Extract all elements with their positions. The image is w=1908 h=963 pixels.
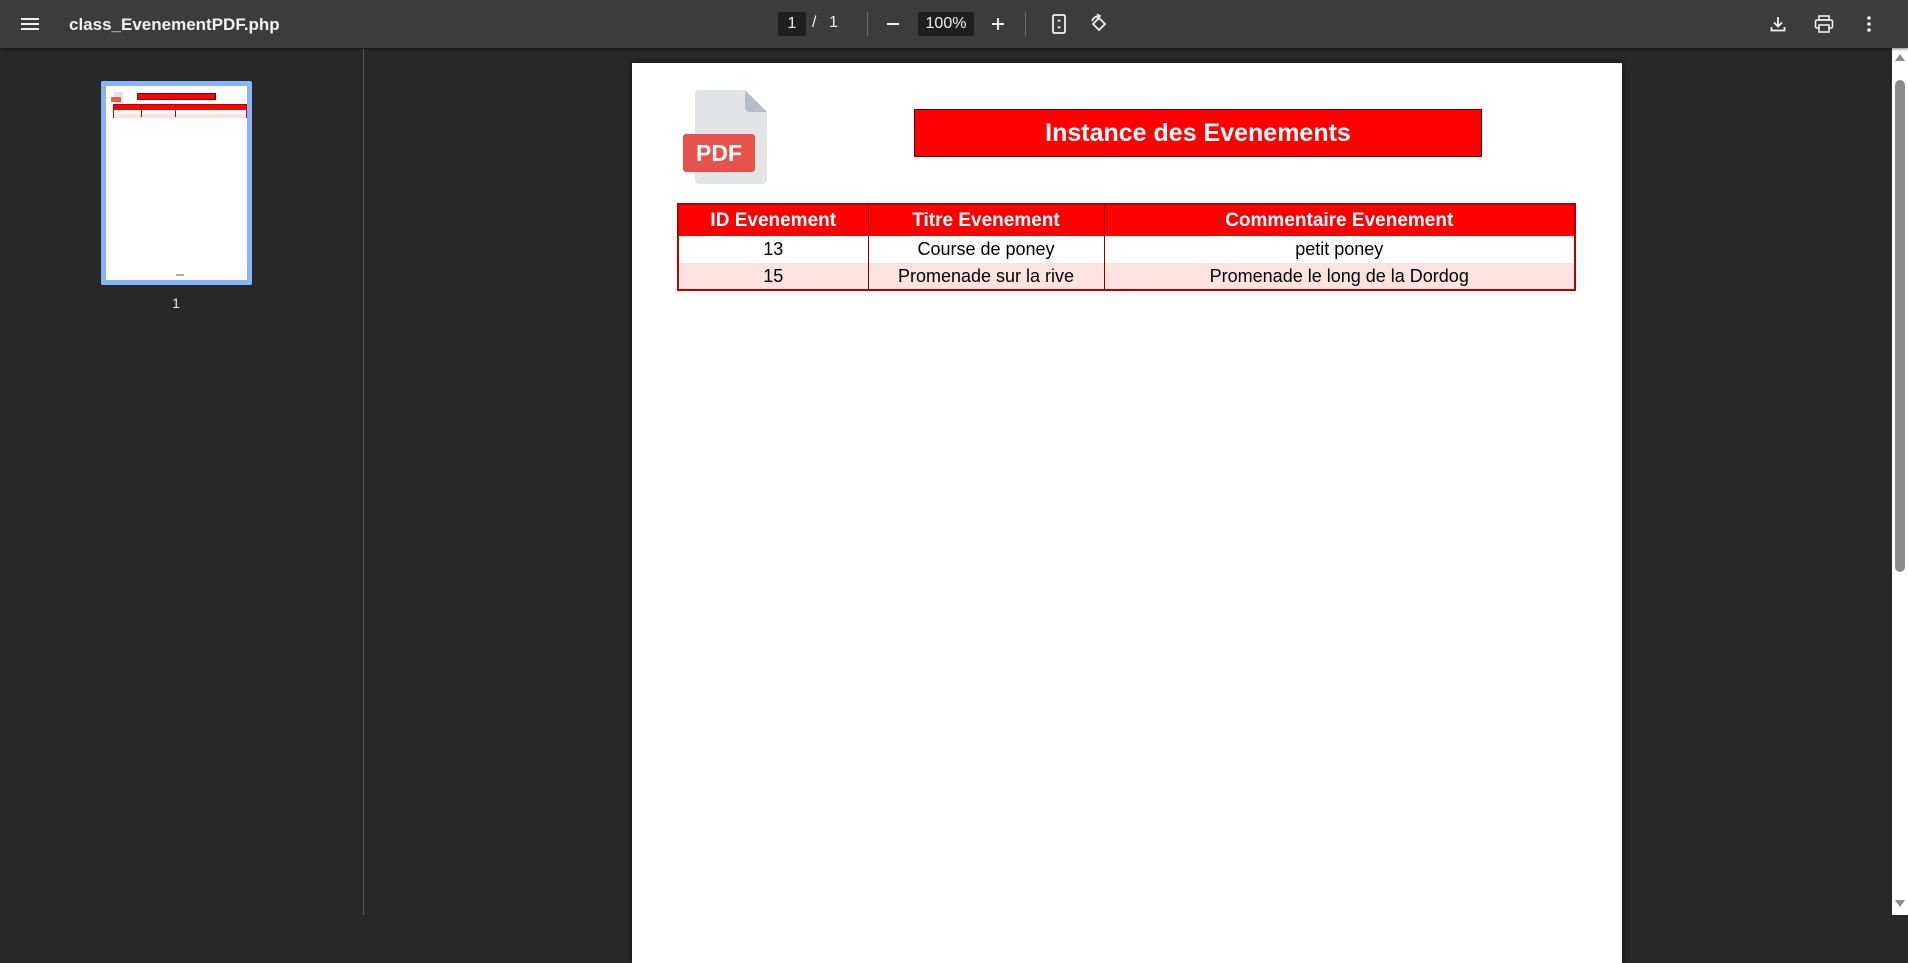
menu-button[interactable] — [12, 6, 48, 42]
thumbnail-title-bar — [137, 93, 216, 100]
table-header-row: ID Evenement Titre Evenement Commentaire… — [677, 204, 1576, 236]
document-viewer: PDF Instance des Evenements ID Evenement… — [365, 48, 1892, 963]
cell-id: 13 — [677, 236, 869, 263]
zoom-in-button[interactable] — [980, 6, 1016, 42]
header-comment: Commentaire Evenement — [1103, 204, 1576, 236]
zoom-out-button[interactable] — [875, 6, 911, 42]
table-row: 13 Course de poney petit poney — [677, 236, 1576, 263]
fit-to-page-button[interactable] — [1041, 6, 1077, 42]
events-table: ID Evenement Titre Evenement Commentaire… — [677, 203, 1576, 291]
download-icon — [1770, 17, 1786, 32]
zoom-in-icon — [992, 18, 1004, 30]
document-heading: Instance des Evenements — [914, 109, 1482, 157]
toolbar-divider — [1025, 12, 1026, 36]
pdf-toolbar: class_EvenementPDF.php 1 / 1 100% — [0, 0, 1908, 48]
more-options-button[interactable] — [1851, 6, 1887, 42]
total-pages: 1 — [829, 14, 838, 31]
pdf-badge: PDF — [683, 134, 755, 172]
page-separator: / — [812, 14, 817, 31]
cell-id: 15 — [677, 263, 869, 290]
thumbnail-table — [113, 104, 247, 118]
scrollbar-thumb[interactable] — [1895, 80, 1905, 572]
zoom-level-input[interactable]: 100% — [918, 12, 974, 36]
cell-title: Course de poney — [867, 236, 1105, 263]
toolbar-divider — [867, 12, 868, 36]
thumbnail-pdf-badge — [111, 97, 121, 102]
header-title: Titre Evenement — [867, 204, 1105, 236]
scroll-down-arrow-icon[interactable] — [1895, 900, 1905, 907]
scroll-up-arrow-icon[interactable] — [1895, 54, 1905, 61]
page-thumbnail[interactable] — [101, 81, 252, 285]
hamburger-menu-icon — [21, 18, 39, 30]
zoom-out-icon — [887, 23, 899, 25]
rotate-button[interactable] — [1081, 6, 1117, 42]
current-page-input[interactable]: 1 — [778, 12, 806, 36]
print-button[interactable] — [1806, 6, 1842, 42]
more-options-icon — [1867, 16, 1871, 32]
print-icon — [1814, 15, 1834, 33]
fit-to-page-icon — [1052, 14, 1066, 34]
cell-comment: petit poney — [1103, 236, 1576, 263]
thumbnail-sidebar: 1 — [0, 48, 364, 915]
cell-title: Promenade sur la rive — [867, 263, 1105, 290]
vertical-scrollbar[interactable] — [1892, 48, 1908, 915]
header-id: ID Evenement — [677, 204, 869, 236]
thumbnail-page-number: 1 — [172, 295, 180, 311]
download-button[interactable] — [1760, 6, 1796, 42]
pdf-page: PDF Instance des Evenements ID Evenement… — [632, 63, 1622, 963]
pdf-file-icon: PDF — [683, 90, 767, 186]
rotate-icon — [1091, 13, 1107, 32]
thumbnail-footer — [176, 274, 184, 276]
cell-comment: Promenade le long de la Dordog — [1103, 263, 1576, 290]
table-row: 15 Promenade sur la rive Promenade le lo… — [677, 263, 1576, 290]
document-title: class_EvenementPDF.php — [69, 15, 280, 34]
